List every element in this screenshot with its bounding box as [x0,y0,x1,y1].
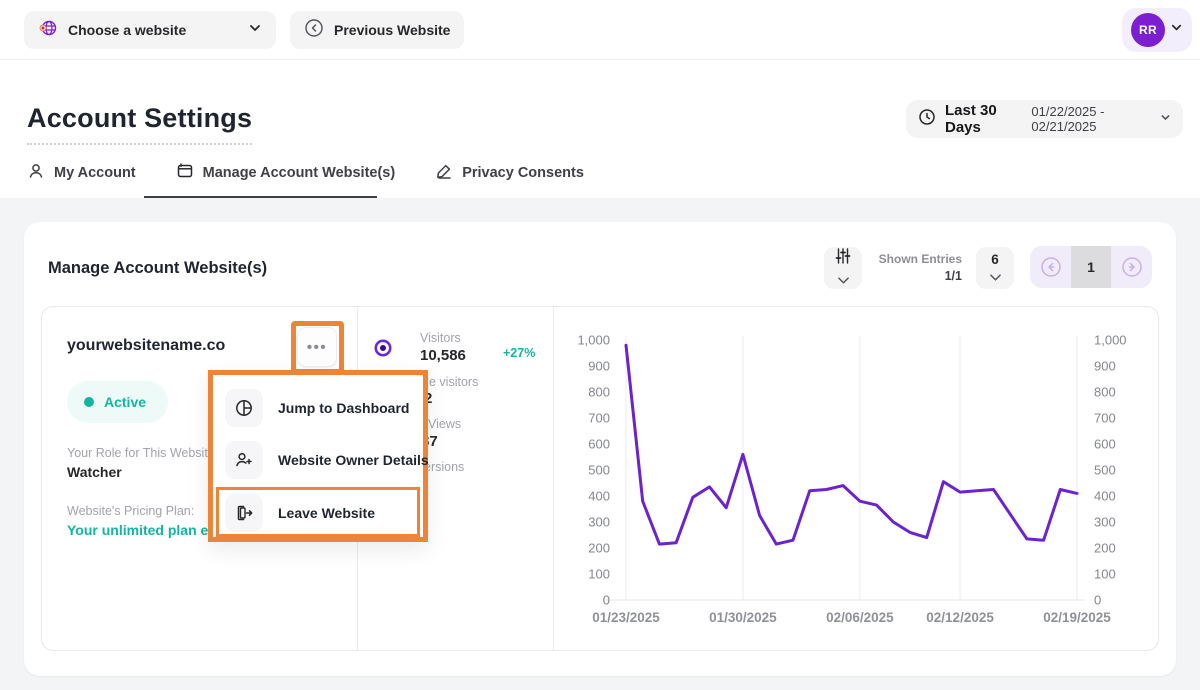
visitors-label: Visitors [420,331,461,345]
svg-text:02/19/2025: 02/19/2025 [1043,610,1111,625]
svg-text:01/23/2025: 01/23/2025 [592,610,660,625]
choose-website-dropdown[interactable]: Choose a website [24,11,276,49]
tab-my-account[interactable]: My Account [27,162,136,186]
chevron-down-icon [990,269,1001,284]
svg-text:01/30/2025: 01/30/2025 [709,610,777,625]
svg-text:800: 800 [588,385,610,400]
website-actions-menu: Jump to Dashboard Website Owner Details … [208,370,428,542]
svg-text:600: 600 [1094,437,1116,452]
chevron-down-icon [248,21,262,40]
visitors-delta: +27% [503,346,535,360]
website-globe-icon [38,18,58,43]
tab-privacy-consents[interactable]: Privacy Consents [435,162,584,186]
visitors-value: 10,586 [420,347,466,364]
svg-text:400: 400 [1094,489,1116,504]
tab-label: Manage Account Website(s) [203,165,396,181]
svg-text:900: 900 [588,359,610,374]
svg-text:700: 700 [588,411,610,426]
page-title: Account Settings [27,103,252,145]
menu-item-label: Website Owner Details [278,452,429,468]
previous-website-button[interactable]: Previous Website [290,11,464,49]
user-icon [27,162,45,184]
date-range-filter[interactable]: Last 30 Days 01/22/2025 - 02/21/2025 [906,100,1183,138]
browser-icon [176,162,194,184]
status-badge: Active [67,381,168,423]
current-page: 1 [1071,246,1111,288]
svg-text:200: 200 [1094,541,1116,556]
account-menu[interactable]: RR [1122,8,1192,52]
chevron-down-icon [838,271,849,289]
pagination: 1 [1030,246,1152,288]
website-actions-button[interactable]: ••• [297,327,337,367]
svg-text:500: 500 [588,463,610,478]
clock-icon [918,108,936,131]
chevron-down-icon [1170,21,1183,39]
prev-page-button[interactable] [1030,255,1071,279]
shown-entries-label: Shown Entries [872,252,962,266]
plan-value: Your unlimited plan end [67,522,225,538]
role-value: Watcher [67,464,122,480]
svg-text:02/12/2025: 02/12/2025 [926,610,994,625]
svg-text:300: 300 [588,515,610,530]
date-range-value: 01/22/2025 - 02/21/2025 [1031,104,1151,134]
svg-text:0: 0 [1094,593,1101,608]
views-label-fragment: Views [428,417,461,431]
svg-text:100: 100 [1094,567,1116,582]
arrow-left-circle-icon [304,18,324,43]
card-title: Manage Account Website(s) [48,259,267,278]
svg-text:800: 800 [1094,385,1116,400]
svg-text:0: 0 [603,593,610,608]
sliders-icon [834,248,852,269]
visitors-chart: 0 0 100 100 200 200 300 300 400 400 500 500 600 600 70… [558,326,1158,648]
previous-website-label: Previous Website [334,22,450,38]
menu-item-leave-website[interactable]: Leave Website [213,490,423,536]
shown-entries-value: 1/1 [872,269,962,283]
svg-text:1,000: 1,000 [577,333,610,348]
svg-text:1,000: 1,000 [1094,333,1127,348]
chevron-down-icon [1160,110,1171,128]
tab-label: Privacy Consents [462,165,584,181]
svg-text:900: 900 [1094,359,1116,374]
unique-visitors-label-fragment: e visitors [429,375,478,389]
next-page-button[interactable] [1111,255,1152,279]
line-chart: 0 0 100 100 200 200 300 300 400 400 500 500 600 600 70… [558,326,1158,648]
date-preset-label: Last 30 Days [945,102,1022,136]
menu-item-label: Jump to Dashboard [278,400,409,416]
status-label: Active [104,394,146,410]
svg-text:300: 300 [1094,515,1116,530]
plan-label: Website's Pricing Plan: [67,504,194,518]
top-bar: Choose a website Previous Website RR [0,0,1200,60]
svg-text:02/06/2025: 02/06/2025 [826,610,894,625]
menu-item-website-owner-details[interactable]: Website Owner Details [213,437,423,483]
column-divider [553,306,554,651]
svg-text:500: 500 [1094,463,1116,478]
role-label: Your Role for This Website: [67,446,218,460]
website-name: yourwebsitename.co [67,337,225,355]
leave-icon [225,494,263,532]
svg-text:100: 100 [588,567,610,582]
settings-tabs: My Account Manage Account Website(s) Pri… [27,162,584,186]
dashboard-icon [225,389,263,427]
tab-label: My Account [54,165,136,181]
page-size-dropdown[interactable]: 6 [976,247,1014,289]
filter-sort-button[interactable] [824,247,862,289]
choose-website-label: Choose a website [68,22,238,38]
avatar: RR [1131,13,1165,47]
user-plus-icon [225,441,263,479]
visitors-icon [372,337,394,364]
menu-item-jump-to-dashboard[interactable]: Jump to Dashboard [213,385,423,431]
pencil-icon [435,162,453,184]
status-dot-icon [84,397,94,407]
page-size-value: 6 [991,252,999,267]
shown-entries: Shown Entries 1/1 [872,252,962,283]
svg-text:400: 400 [588,489,610,504]
svg-text:600: 600 [588,437,610,452]
conversions-label-fragment: ersions [424,460,464,474]
tab-manage-account-websites[interactable]: Manage Account Website(s) [176,162,396,186]
menu-item-label: Leave Website [278,505,375,521]
svg-text:700: 700 [1094,411,1116,426]
svg-text:200: 200 [588,541,610,556]
